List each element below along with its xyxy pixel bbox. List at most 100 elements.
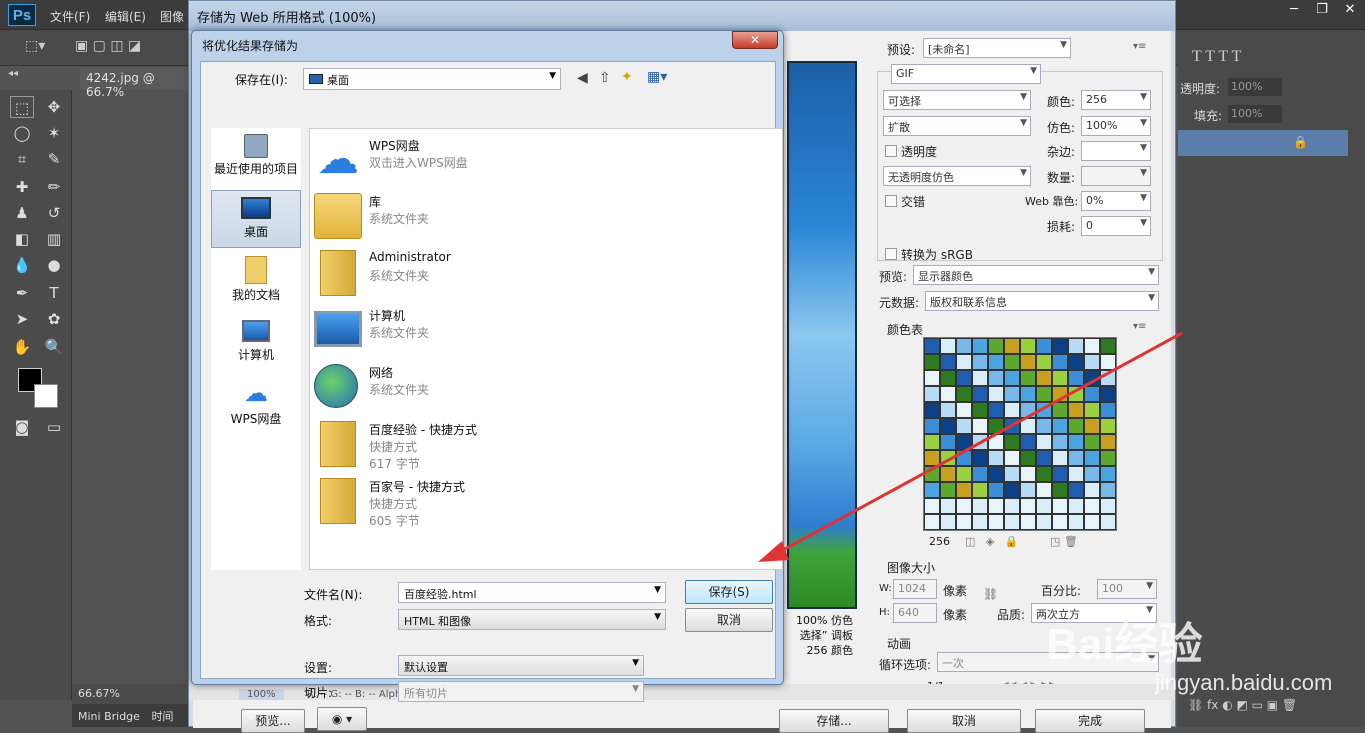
format-select[interactable]: HTML 和图像 ▼ (398, 609, 666, 630)
color-swatch[interactable] (1036, 386, 1052, 402)
color-swatch[interactable] (924, 514, 940, 530)
color-swatch[interactable] (956, 450, 972, 466)
dialog-close-button[interactable]: ✕ (732, 31, 778, 49)
color-swatch[interactable] (972, 466, 988, 482)
colors-field[interactable]: 256 ▼ (1081, 90, 1151, 110)
percent-field[interactable]: 100 ▼ (1097, 579, 1157, 599)
color-swatch[interactable] (1100, 338, 1116, 354)
color-swatch[interactable] (1036, 354, 1052, 370)
browser-select-button[interactable]: ◉ ▾ (317, 707, 367, 731)
color-swatch[interactable] (972, 450, 988, 466)
slices-select[interactable]: 所有切片 ▼ (398, 681, 644, 702)
color-swatch[interactable] (972, 370, 988, 386)
up-folder-icon[interactable]: ⇧ (599, 70, 611, 86)
color-swatch[interactable] (1004, 450, 1020, 466)
color-swatch[interactable] (1020, 498, 1036, 514)
color-swatch[interactable] (1068, 434, 1084, 450)
color-swatch[interactable] (924, 482, 940, 498)
place-recent[interactable]: 最近使用的项目 (211, 132, 301, 188)
color-swatch[interactable] (940, 370, 956, 386)
color-swatch[interactable] (1020, 434, 1036, 450)
close-icon[interactable]: ✕ (1336, 0, 1364, 20)
color-swatch[interactable] (956, 498, 972, 514)
selection-mode-icons[interactable]: ▣ ▢ ◫ ◪ (75, 38, 141, 54)
screen-mode-icon[interactable]: ▭ (42, 416, 66, 438)
color-swatch[interactable] (1020, 354, 1036, 370)
color-swatch[interactable] (956, 338, 972, 354)
color-swatch[interactable] (988, 514, 1004, 530)
dither-field[interactable]: 100% ▼ (1081, 116, 1151, 136)
color-swatch[interactable] (1068, 418, 1084, 434)
move-tool-icon[interactable]: ✥ (42, 96, 66, 118)
color-swatch[interactable] (924, 354, 940, 370)
color-swatch[interactable] (1020, 450, 1036, 466)
color-swatch[interactable] (1036, 418, 1052, 434)
color-swatch[interactable] (1004, 466, 1020, 482)
color-swatch[interactable] (1052, 370, 1068, 386)
color-swatch[interactable] (1052, 514, 1068, 530)
color-swatch[interactable] (972, 354, 988, 370)
dither-algorithm-select[interactable]: 扩散 ▼ (883, 116, 1031, 136)
color-swatch[interactable] (1052, 466, 1068, 482)
place-documents[interactable]: 我的文档 (211, 254, 301, 310)
eyedropper-icon[interactable]: ✎ (42, 148, 66, 170)
zoom-tool-icon[interactable]: 🔍 (42, 336, 66, 358)
list-item[interactable]: Administrator 系统文件夹 (314, 246, 754, 302)
color-swatch[interactable] (1004, 338, 1020, 354)
filename-input[interactable]: 百度经验.html ▼ (398, 582, 666, 603)
type-tool-icon[interactable]: T (42, 282, 66, 304)
image-preview[interactable] (787, 61, 857, 609)
color-swatch[interactable] (924, 402, 940, 418)
document-tab[interactable]: 4242.jpg @ 66.7% (80, 68, 188, 99)
color-swatch[interactable] (1036, 466, 1052, 482)
color-swatch[interactable] (1004, 434, 1020, 450)
color-swatch[interactable] (1084, 338, 1100, 354)
zoom-field[interactable]: 100% (239, 689, 284, 700)
color-swatch[interactable] (1084, 482, 1100, 498)
color-swatch[interactable] (956, 370, 972, 386)
place-wps[interactable]: ☁ WPS网盘 (211, 378, 301, 434)
color-swatch[interactable] (988, 402, 1004, 418)
color-swatch[interactable] (1036, 498, 1052, 514)
color-swatch[interactable] (940, 434, 956, 450)
view-menu-icon[interactable]: ▦▾ (647, 69, 667, 85)
save-button[interactable]: 存储... (779, 709, 889, 733)
color-swatch[interactable] (1068, 466, 1084, 482)
list-item[interactable]: 百度经验 - 快捷方式 快捷方式 617 字节 (314, 417, 754, 475)
color-swatch[interactable] (988, 466, 1004, 482)
color-swatch[interactable] (1100, 450, 1116, 466)
color-swatch[interactable] (1052, 386, 1068, 402)
color-swatch[interactable] (988, 354, 1004, 370)
color-swatch[interactable] (1004, 370, 1020, 386)
websnap-field[interactable]: 0% ▼ (1081, 191, 1151, 211)
color-swatch[interactable] (924, 450, 940, 466)
color-swatch[interactable] (972, 386, 988, 402)
color-swatch[interactable] (1020, 386, 1036, 402)
color-swatch[interactable] (1052, 354, 1068, 370)
color-swatch[interactable] (1068, 514, 1084, 530)
color-swatch[interactable] (1036, 402, 1052, 418)
list-item[interactable]: ☁ WPS网盘 双击进入WPS网盘 (314, 133, 754, 189)
panel-menu-icon[interactable]: ▾≡ (1133, 321, 1146, 332)
color-swatch[interactable] (1084, 450, 1100, 466)
eraser-tool-icon[interactable]: ◧ (10, 228, 34, 250)
color-swatch[interactable] (1052, 450, 1068, 466)
place-computer[interactable]: 计算机 (211, 316, 301, 372)
done-button[interactable]: 完成 (1035, 709, 1145, 733)
color-swatch[interactable] (956, 466, 972, 482)
dialog-save-button[interactable]: 保存(S) (685, 580, 773, 604)
color-swatch[interactable] (1100, 354, 1116, 370)
color-swatch[interactable] (924, 434, 940, 450)
color-swatch[interactable] (1100, 402, 1116, 418)
color-swatch[interactable] (924, 370, 940, 386)
interlaced-checkbox[interactable] (885, 195, 897, 207)
layer-bottom-icons[interactable]: ⛓ fx ◐ ◩ ▭ ▣ 🗑 (1188, 698, 1297, 712)
back-icon[interactable]: ◀ (577, 70, 588, 86)
color-swatch[interactable] (1100, 386, 1116, 402)
color-swatch[interactable] (988, 482, 1004, 498)
color-swatch[interactable] (1036, 338, 1052, 354)
color-swatch[interactable] (988, 370, 1004, 386)
color-swatch[interactable] (924, 338, 940, 354)
color-swatch[interactable] (972, 482, 988, 498)
list-item[interactable]: 网络 系统文件夹 (314, 360, 754, 416)
